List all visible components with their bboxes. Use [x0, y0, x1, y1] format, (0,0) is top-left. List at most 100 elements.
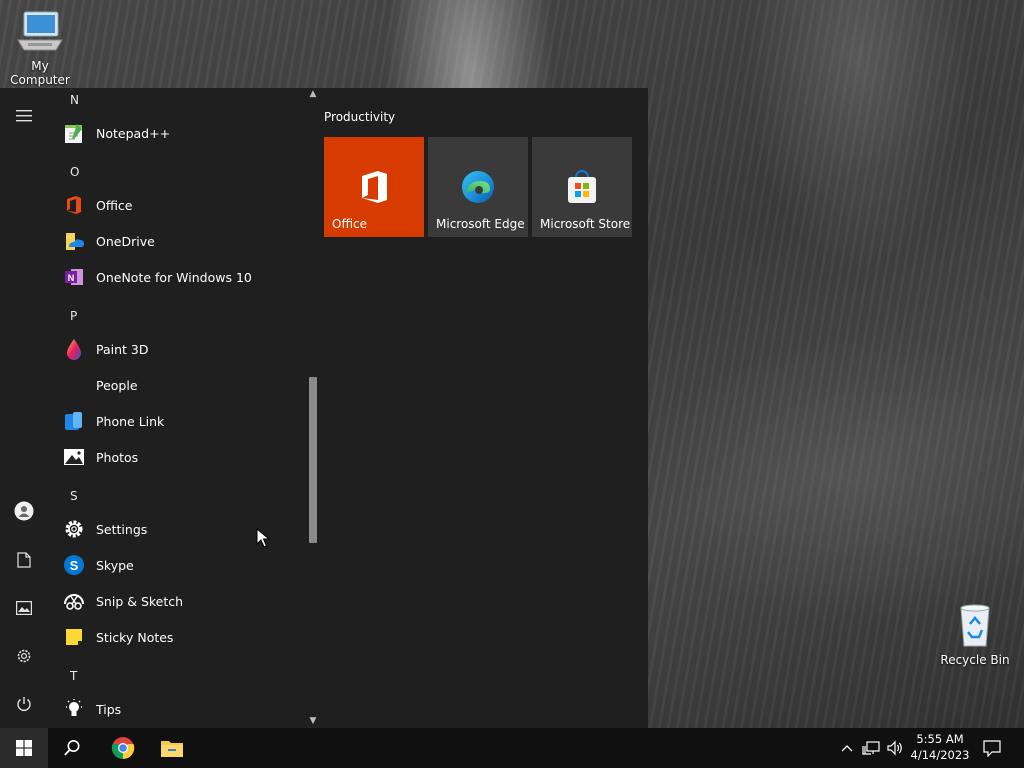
group-letter-t[interactable]: T	[70, 669, 77, 683]
picture-icon	[16, 601, 32, 615]
app-label: OneNote for Windows 10	[96, 269, 252, 285]
app-item-notepadpp[interactable]: Notepad++	[62, 115, 292, 151]
group-letter-o[interactable]: O	[70, 165, 79, 179]
app-item-skype[interactable]: S Skype	[62, 547, 292, 583]
desktop-icon-label: My Computer	[10, 59, 70, 87]
taskbar-clock[interactable]: 5:55 AM 4/14/2023	[905, 731, 975, 763]
app-label: Notepad++	[96, 125, 171, 141]
tile-label: Office	[332, 217, 368, 231]
show-hidden-icons-button[interactable]	[838, 728, 856, 768]
taskbar-file-explorer-button[interactable]	[148, 728, 196, 768]
action-center-button[interactable]	[978, 728, 1006, 768]
my-computer-icon	[17, 11, 63, 51]
network-icon	[862, 741, 880, 755]
mouse-cursor-icon	[256, 528, 270, 548]
scroll-down-arrow-icon[interactable]: ▼	[306, 715, 320, 727]
onedrive-icon	[62, 229, 86, 253]
app-label: Snip & Sketch	[96, 593, 184, 609]
volume-button[interactable]	[885, 728, 905, 768]
gear-icon	[17, 649, 31, 663]
svg-text:S: S	[70, 558, 79, 573]
document-icon	[17, 552, 31, 568]
search-button[interactable]	[48, 728, 96, 768]
taskbar: 5:55 AM 4/14/2023	[0, 728, 1024, 768]
show-desktop-button[interactable]	[1018, 728, 1024, 768]
tile-microsoft-edge[interactable]: Microsoft Edge	[428, 137, 528, 237]
power-button[interactable]	[0, 684, 48, 724]
tiles-area: Productivity Office Microsoft Edge Micro…	[320, 88, 648, 728]
app-item-onenote[interactable]: N OneNote for Windows 10	[62, 259, 292, 295]
tiles-group-header[interactable]: Productivity	[324, 110, 395, 124]
chrome-icon	[111, 737, 135, 760]
app-label: People	[96, 377, 138, 393]
settings-button[interactable]	[0, 636, 48, 676]
documents-button[interactable]	[0, 540, 48, 580]
user-account-button[interactable]	[0, 491, 48, 531]
app-item-snip-sketch[interactable]: Snip & Sketch	[62, 583, 292, 619]
store-bag-icon	[532, 169, 632, 205]
hamburger-icon	[16, 110, 32, 122]
svg-text:N: N	[68, 273, 75, 283]
app-item-onedrive[interactable]: OneDrive	[62, 223, 292, 259]
paint-3d-icon	[62, 337, 86, 361]
app-label: Paint 3D	[96, 341, 149, 357]
app-label: Photos	[96, 449, 139, 465]
app-item-photos[interactable]: Photos	[62, 439, 292, 475]
pictures-button[interactable]	[0, 588, 48, 628]
app-label: Tips	[96, 701, 122, 717]
photos-icon	[62, 445, 86, 469]
app-label: Settings	[96, 521, 148, 537]
start-menu-rail	[0, 88, 48, 728]
app-label: Skype	[96, 557, 134, 573]
speaker-icon	[887, 740, 902, 756]
app-item-people[interactable]: People	[62, 367, 292, 403]
app-list-scrollbar[interactable]: ▲ ▼	[306, 88, 320, 728]
app-label: Office	[96, 197, 133, 213]
snip-sketch-icon	[62, 589, 86, 613]
app-item-paint-3d[interactable]: Paint 3D	[62, 331, 292, 367]
people-icon	[62, 373, 86, 397]
onenote-icon: N	[62, 265, 86, 289]
office-icon	[62, 193, 86, 217]
user-avatar-icon	[14, 501, 34, 521]
chevron-up-icon	[841, 745, 853, 752]
notification-icon	[983, 740, 1001, 757]
phone-link-icon	[62, 409, 86, 433]
taskbar-chrome-button[interactable]	[99, 728, 147, 768]
desktop-icon-label: Recycle Bin	[940, 653, 1010, 667]
app-label: OneDrive	[96, 233, 155, 249]
scroll-up-arrow-icon[interactable]: ▲	[306, 88, 320, 100]
app-label: Sticky Notes	[96, 629, 174, 645]
app-list[interactable]: N Notepad++ O Office OneDrive N OneNote …	[48, 88, 306, 728]
tile-office[interactable]: Office	[324, 137, 424, 237]
file-explorer-folder-icon	[161, 741, 183, 757]
tile-label: Microsoft Edge	[436, 217, 525, 231]
skype-icon: S	[62, 553, 86, 577]
group-letter-n[interactable]: N	[70, 93, 79, 107]
app-item-tips[interactable]: Tips	[62, 691, 292, 727]
clock-time: 5:55 AM	[916, 732, 964, 746]
recycle-bin-icon	[960, 604, 990, 647]
app-item-sticky-notes[interactable]: Sticky Notes	[62, 619, 292, 655]
clock-date: 4/14/2023	[910, 748, 970, 762]
office-icon	[324, 169, 424, 205]
group-letter-s[interactable]: S	[70, 489, 78, 503]
start-button[interactable]	[0, 728, 48, 768]
tile-microsoft-store[interactable]: Microsoft Store	[532, 137, 632, 237]
network-status-button[interactable]	[861, 728, 881, 768]
expand-menu-button[interactable]	[0, 96, 48, 136]
start-menu: N Notepad++ O Office OneDrive N OneNote …	[0, 88, 648, 728]
scrollbar-thumb[interactable]	[309, 377, 317, 543]
sticky-notes-icon	[62, 625, 86, 649]
app-item-phone-link[interactable]: Phone Link	[62, 403, 292, 439]
edge-icon	[428, 169, 528, 205]
tile-label: Microsoft Store	[540, 217, 631, 231]
desktop-icon-my-computer[interactable]: My Computer	[0, 10, 80, 87]
power-icon	[17, 697, 31, 711]
notepad-plus-plus-icon	[62, 121, 86, 145]
desktop-icon-recycle-bin[interactable]: Recycle Bin	[935, 602, 1015, 667]
app-item-office[interactable]: Office	[62, 187, 292, 223]
settings-gear-icon	[62, 517, 86, 541]
group-letter-p[interactable]: P	[70, 309, 77, 323]
tips-lightbulb-icon	[62, 697, 86, 721]
